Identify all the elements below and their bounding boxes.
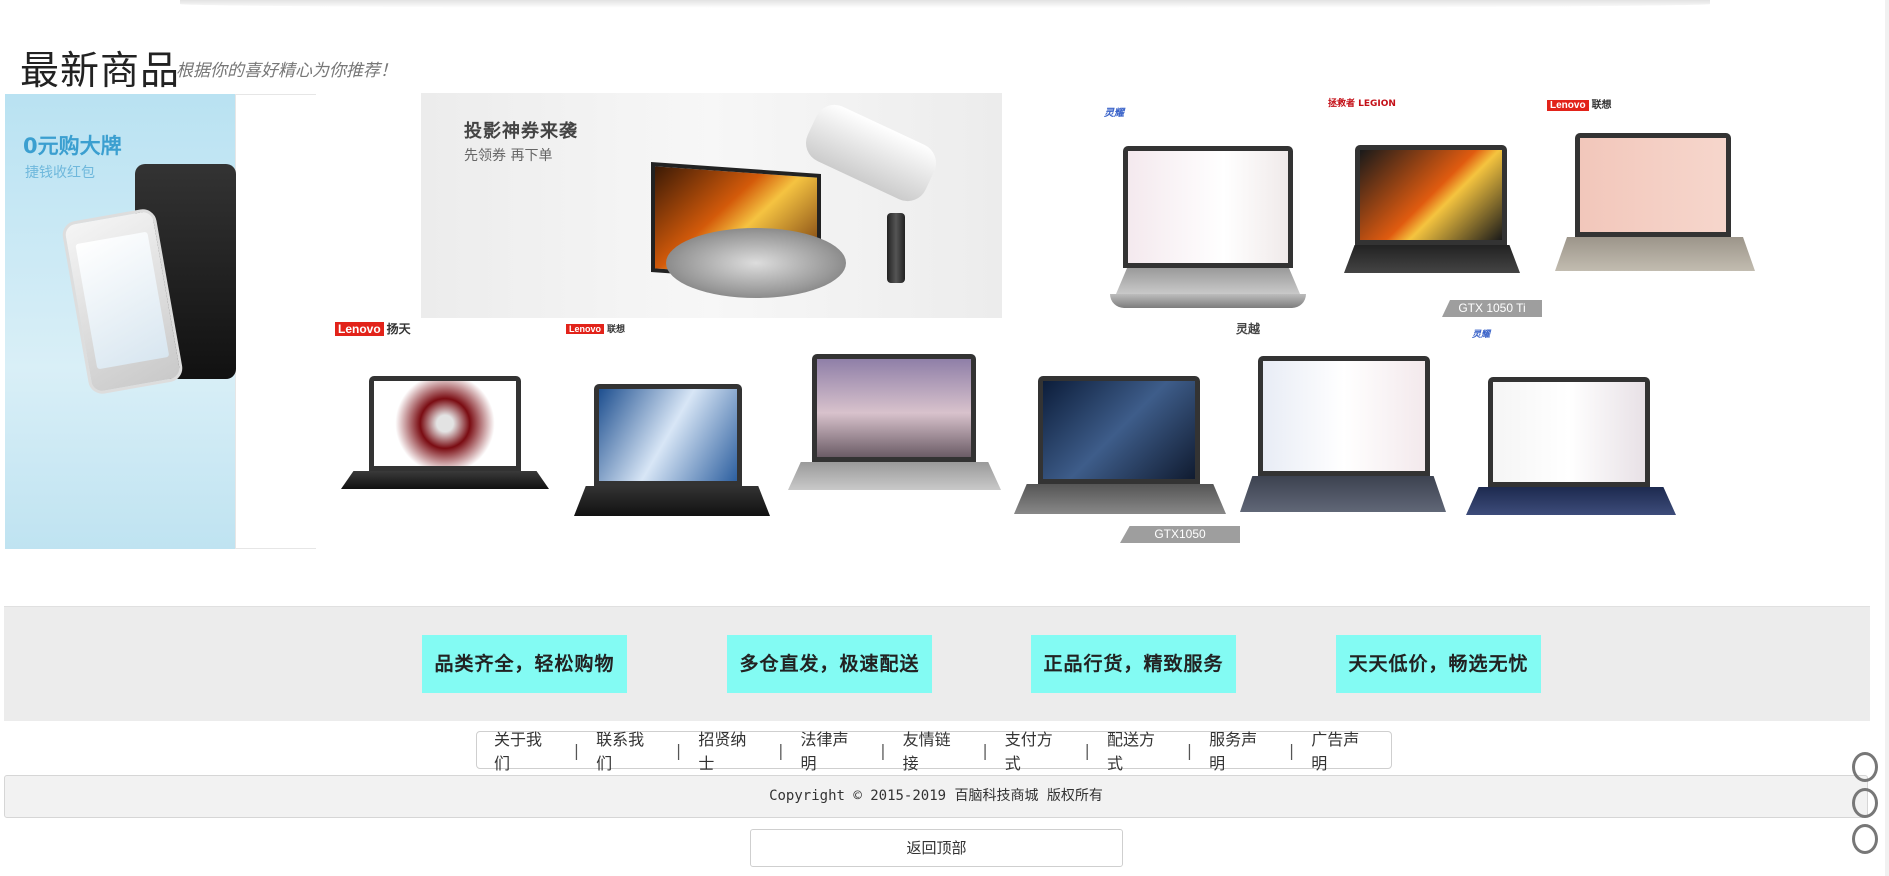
gpu-tag: GTX1050 (1120, 526, 1240, 543)
laptop-keyboard (574, 486, 770, 516)
promo-banner-title: 0元购大牌 (23, 134, 122, 158)
laptop-keyboard (1555, 237, 1755, 271)
product-laptop[interactable]: 灵耀 (1100, 98, 1310, 318)
laptop-keyboard (1116, 268, 1300, 294)
brand-logo: 灵越 (1236, 322, 1261, 336)
ring-icon (1852, 788, 1878, 818)
feature-badge: 多仓直发，极速配送 (727, 635, 932, 693)
feature-strip: 品类齐全，轻松购物 多仓直发，极速配送 正品行货，精致服务 天天低价，畅选无忧 (4, 606, 1870, 721)
footer-link-service[interactable]: 服务声明 (1192, 726, 1289, 774)
speaker-image (887, 213, 905, 283)
laptop-base (1110, 294, 1306, 308)
top-shadow-divider (180, 0, 1710, 8)
back-to-top-button[interactable]: 返回顶部 (750, 829, 1123, 867)
brand-logo: 拯救者 LEGION (1328, 99, 1396, 109)
section-subtitle: 根据你的喜好精心为你推荐！ (176, 61, 397, 81)
brand-logo: 灵耀 (1104, 108, 1124, 119)
scrollbar[interactable] (1885, 0, 1889, 876)
laptop-keyboard (1344, 245, 1520, 273)
footer-link-delivery[interactable]: 配送方式 (1090, 726, 1187, 774)
projector-banner-subtitle: 先领券 再下单 (464, 148, 553, 164)
footer-link-contact[interactable]: 联系我们 (579, 726, 676, 774)
copyright-bar: Copyright © 2015-2019 百脑科技商城 版权所有 (4, 775, 1868, 818)
projector-image (666, 228, 846, 298)
footer-link-legal[interactable]: 法律声明 (783, 726, 880, 774)
laptop-screen (1258, 356, 1430, 476)
promo-divider (236, 94, 316, 549)
feature-badge: 品类齐全，轻松购物 (422, 635, 627, 693)
brand-logo: 灵耀 (1472, 330, 1491, 340)
ring-icon (1852, 824, 1878, 854)
product-laptop[interactable]: 灵耀 (1462, 325, 1682, 520)
laptop-screen (594, 384, 742, 486)
feature-badge: 正品行货，精致服务 (1031, 635, 1236, 693)
product-laptop[interactable]: GTX1050 (1008, 320, 1240, 545)
gpu-tag: GTX 1050 Ti (1442, 300, 1542, 317)
page: 最新商品 根据你的喜好精心为你推荐！ 0元购大牌 捷钱收红包 投影神券来袭 先领… (0, 0, 1889, 876)
footer-link-about[interactable]: 关于我们 (477, 726, 574, 774)
product-laptop[interactable]: Lenovo 联想 (1545, 93, 1765, 293)
brand-logo: Lenovo 联想 (566, 322, 625, 335)
ring-icon (1852, 752, 1878, 782)
laptop-screen (1575, 133, 1731, 237)
laptop-screen (1355, 145, 1507, 245)
promo-banner-subtitle: 捷钱收红包 (25, 165, 95, 181)
product-laptop[interactable]: Lenovo 联想 (564, 322, 779, 517)
footer-link-jobs[interactable]: 招贤纳士 (681, 726, 778, 774)
laptop-keyboard (341, 471, 549, 489)
laptop-keyboard (788, 462, 1001, 490)
footer-link-ads[interactable]: 广告声明 (1294, 726, 1391, 774)
laptop-keyboard (1014, 484, 1226, 514)
laptop-screen (1488, 377, 1650, 487)
laptop-keyboard (1240, 476, 1446, 512)
promo-banner-projector[interactable]: 投影神券来袭 先领券 再下单 (421, 93, 1002, 318)
laptop-screen (1123, 146, 1293, 268)
footer-link-friends[interactable]: 友情链接 (886, 726, 983, 774)
footer-link-payment[interactable]: 支付方式 (988, 726, 1085, 774)
product-laptop[interactable]: 拯救者 LEGION GTX 1050 Ti (1320, 93, 1542, 323)
product-laptop[interactable] (782, 350, 1007, 525)
projector-banner-title: 投影神券来袭 (464, 121, 578, 142)
promo-banner-phones[interactable]: 0元购大牌 捷钱收红包 (5, 94, 236, 549)
feature-badge: 天天低价，畅选无忧 (1336, 635, 1541, 693)
floating-side-widget[interactable] (1849, 752, 1881, 856)
brand-logo: Lenovo 联想 (1547, 96, 1612, 111)
product-laptop[interactable]: Lenovo 扬天 (333, 320, 555, 495)
laptop-screen (369, 376, 521, 471)
laptop-screen (812, 354, 976, 462)
laptop-screen (1038, 376, 1200, 484)
section-title: 最新商品 (20, 49, 181, 94)
laptop-keyboard (1466, 487, 1676, 515)
product-laptop[interactable]: 灵越 (1232, 318, 1452, 518)
footer-links: 关于我们 | 联系我们 | 招贤纳士 | 法律声明 | 友情链接 | 支付方式 | 配送方式… (476, 730, 1392, 773)
brand-logo: Lenovo 扬天 (335, 320, 411, 337)
